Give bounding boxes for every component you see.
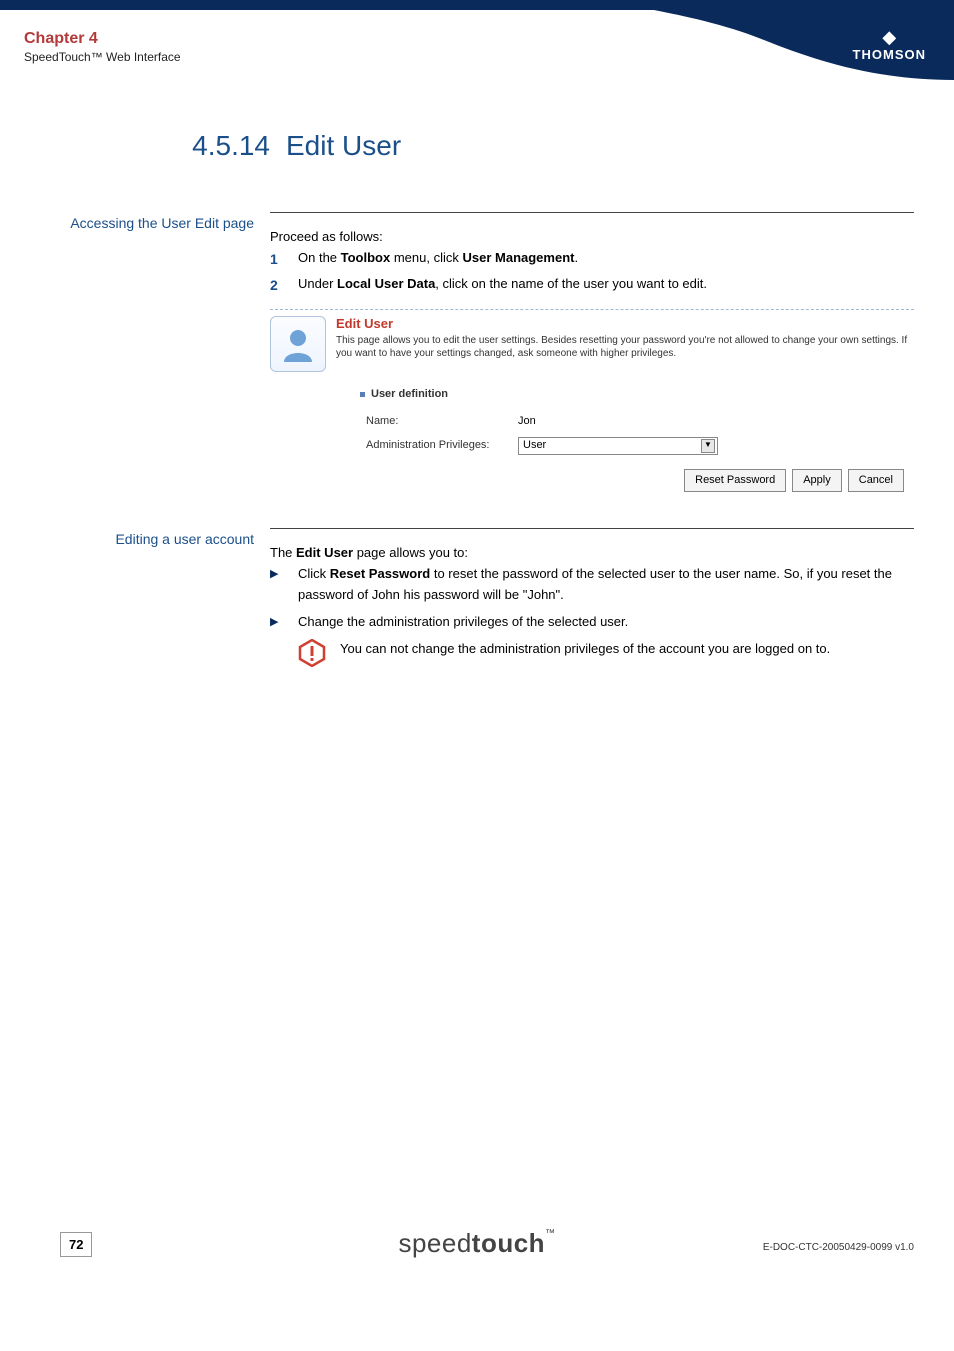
arrow-icon: ▶ xyxy=(270,564,298,606)
warning-text: You can not change the administration pr… xyxy=(340,639,830,667)
shot-text: Edit User This page allows you to edit t… xyxy=(336,316,914,372)
step-marker: 1 xyxy=(270,248,298,270)
shot-title: Edit User xyxy=(336,316,914,333)
rule xyxy=(270,528,914,529)
thomson-icon: ◆ xyxy=(853,28,926,46)
aside-editing: Editing a user account xyxy=(40,528,270,666)
step-2-text: Under Local User Data, click on the name… xyxy=(298,274,707,296)
step-2: 2 Under Local User Data, click on the na… xyxy=(270,274,914,296)
step-1-text: On the Toolbox menu, click User Manageme… xyxy=(298,248,578,270)
list-item: ▶ Change the administration privileges o… xyxy=(270,612,914,633)
select-value: User xyxy=(523,437,546,455)
arrow-icon: ▶ xyxy=(270,612,298,633)
top-bar xyxy=(0,0,954,10)
edit-user-screenshot: Edit User This page allows you to edit t… xyxy=(270,309,914,493)
name-label: Name: xyxy=(362,411,512,433)
brand-swoosh: ◆ THOMSON xyxy=(654,10,954,80)
cancel-button[interactable]: Cancel xyxy=(848,469,904,493)
reset-password-button[interactable]: Reset Password xyxy=(684,469,786,493)
li1-text: Click Reset Password to reset the passwo… xyxy=(298,564,914,606)
table-row: Name: Jon xyxy=(362,411,912,433)
bullet-icon xyxy=(360,392,365,397)
apply-button[interactable]: Apply xyxy=(792,469,842,493)
section-title: Edit User xyxy=(286,130,401,162)
doc-code: E-DOC-CTC-20050429-0099 v1.0 xyxy=(763,1242,914,1253)
body-accessing: Proceed as follows: 1 On the Toolbox men… xyxy=(270,212,914,498)
user-icon xyxy=(270,316,326,372)
chevron-down-icon: ▼ xyxy=(701,439,715,453)
shot-header-row: Edit User This page allows you to edit t… xyxy=(270,316,914,372)
editing-list: ▶ Click Reset Password to reset the pass… xyxy=(270,564,914,632)
main-content: 4.5.14 Edit User Accessing the User Edit… xyxy=(0,80,954,667)
proceed-text: Proceed as follows: xyxy=(270,227,914,248)
brand-name: THOMSON xyxy=(853,48,926,61)
intro-editing: The Edit User page allows you to: xyxy=(270,543,914,564)
section-heading: 4.5.14 Edit User xyxy=(180,130,914,162)
table-row: Administration Privileges: User ▼ xyxy=(362,435,912,457)
block-editing: Editing a user account The Edit User pag… xyxy=(40,528,914,666)
rule xyxy=(270,212,914,213)
footer-logo: speedtouch™ xyxy=(398,1228,555,1259)
steps-list: 1 On the Toolbox menu, click User Manage… xyxy=(270,248,914,297)
user-def-label: User definition xyxy=(371,386,448,404)
li2-text: Change the administration privileges of … xyxy=(298,612,628,633)
user-def-heading: User definition xyxy=(360,386,914,404)
logo-tm: ™ xyxy=(545,1228,556,1239)
page-footer: 72 speedtouch™ E-DOC-CTC-20050429-0099 v… xyxy=(0,1217,954,1277)
priv-label: Administration Privileges: xyxy=(362,435,512,457)
section-number: 4.5.14 xyxy=(180,130,270,162)
name-value: Jon xyxy=(514,411,912,433)
privileges-select[interactable]: User ▼ xyxy=(518,437,718,455)
step-marker: 2 xyxy=(270,274,298,296)
warning-icon xyxy=(298,639,326,667)
user-definition: User definition Name: Jon Administration… xyxy=(360,386,914,493)
step-1: 1 On the Toolbox menu, click User Manage… xyxy=(270,248,914,270)
page-header: Chapter 4 SpeedTouch™ Web Interface ◆ TH… xyxy=(0,10,954,80)
body-editing: The Edit User page allows you to: ▶ Clic… xyxy=(270,528,914,666)
page-number: 72 xyxy=(60,1232,92,1257)
button-row: Reset Password Apply Cancel xyxy=(360,469,914,493)
warning-callout: You can not change the administration pr… xyxy=(298,639,914,667)
logo-bold: touch xyxy=(472,1228,545,1258)
shot-desc: This page allows you to edit the user se… xyxy=(336,334,914,360)
user-def-table: Name: Jon Administration Privileges: Use… xyxy=(360,409,914,459)
aside-accessing: Accessing the User Edit page xyxy=(40,212,270,498)
brand-logo: ◆ THOMSON xyxy=(853,28,926,61)
list-item: ▶ Click Reset Password to reset the pass… xyxy=(270,564,914,606)
priv-cell: User ▼ xyxy=(514,435,912,457)
block-accessing: Accessing the User Edit page Proceed as … xyxy=(40,212,914,498)
logo-light: speed xyxy=(398,1228,471,1258)
